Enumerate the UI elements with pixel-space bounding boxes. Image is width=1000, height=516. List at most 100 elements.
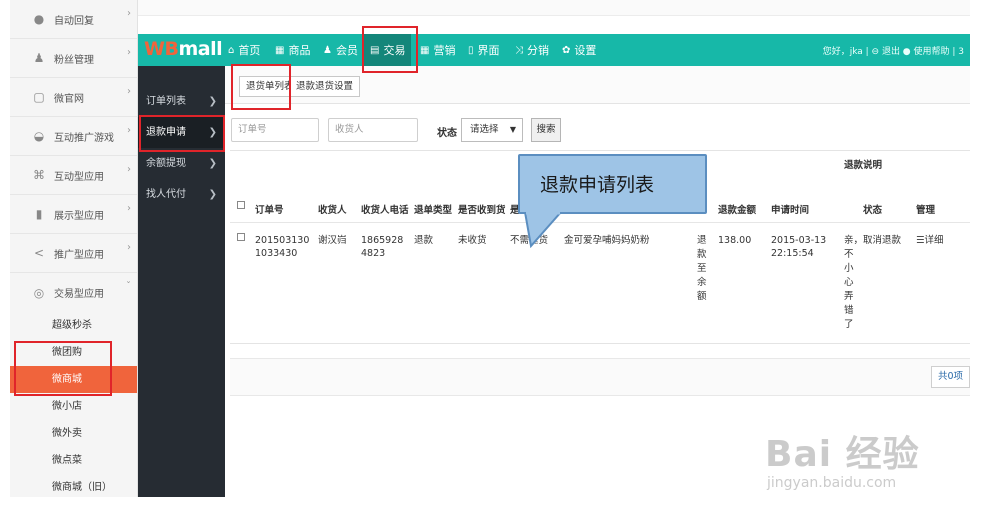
outer-item-display[interactable]: ▮ 展示型应用 › (10, 195, 137, 234)
header-user-links[interactable]: 您好，jka | ⊖ 退出 ● 使用帮助 | 3 (823, 44, 964, 57)
sub-item-flash-sale[interactable]: 超级秒杀 (10, 312, 137, 339)
cell-apply-time: 2015-03-13 22:15:54 (771, 235, 827, 259)
header-bar: WBmall ⌂ 首页 ▦ 商品 ♟ 会员 ▤ 交易 ▦ 营销 ▯ 界面 ⤨ 分销 ✿ 设置 您… (138, 34, 970, 66)
trade-item-orders[interactable]: 订单列表 ❯ (138, 86, 225, 117)
trade-item-withdraw[interactable]: 余额提现 ❯ (138, 148, 225, 179)
status-select-value: 请选择 (470, 124, 499, 135)
callout-tail (523, 212, 563, 248)
detail-link[interactable]: ☰详细 (916, 234, 944, 247)
cell-status: 取消退款 (863, 235, 902, 246)
callout-box: 退款申请列表 (518, 154, 707, 214)
callout-text: 退款申请列表 (540, 174, 655, 196)
outer-item-trade[interactable]: ◎ 交易型应用 ˇ (10, 273, 137, 312)
tab-refund-settings[interactable]: 退款退货设置 (289, 76, 361, 97)
chevron-right-icon: ❯ (208, 158, 217, 169)
command-icon: ⌘ (33, 168, 45, 182)
col-order-no: 订单号 (255, 205, 284, 216)
list-icon: ▤ (370, 44, 380, 56)
trade-item-proxy-pay[interactable]: 找人代付 ❯ (138, 179, 225, 210)
nav-members[interactable]: ♟ 会员 (323, 34, 358, 66)
gamepad-icon: ◒ (33, 129, 45, 143)
search-button[interactable]: 搜索 (531, 118, 561, 142)
sub-item-order-dish[interactable]: 微点菜 (10, 447, 137, 474)
mobile-icon: ▯ (468, 44, 474, 56)
cell-product: 金可爱孕哺妈妈奶粉 (564, 235, 650, 246)
cell-type: 退款 (414, 235, 434, 246)
chevron-right-icon: ❯ (208, 96, 217, 107)
cell-receiver: 谢汉岿 (318, 235, 347, 246)
col-amount: 退款金额 (718, 205, 757, 216)
coin-icon: ◎ (33, 285, 45, 300)
sub-item-takeout[interactable]: 微外卖 (10, 420, 137, 447)
baidu-watermark: Bai 经验 jingyan.baidu.com (765, 425, 920, 491)
trade-item-label: 订单列表 (146, 96, 186, 107)
watermark-url: jingyan.baidu.com (767, 475, 897, 491)
nav-label: 交易 (383, 44, 406, 57)
cell-order-no: 2015031301033430 (255, 235, 310, 259)
users-icon: ♟ (33, 51, 45, 65)
grid-icon: ▦ (420, 44, 430, 56)
detail-label: 详细 (924, 235, 944, 246)
sub-item-old-mall[interactable]: 微商城（旧） (10, 474, 137, 501)
outer-sidebar: ● 自动回复 › ♟ 粉丝管理 › ▢ 微官网 › ◒ 互动推广游戏 › ⌘ 互… (10, 0, 138, 497)
subtab-bar: 退货单列表 退款退货设置 (225, 66, 970, 104)
outer-item-fans[interactable]: ♟ 粉丝管理 › (10, 39, 137, 78)
chevron-right-icon: ❯ (208, 189, 217, 200)
sub-item-wechat-mall[interactable]: 微商城 (10, 366, 137, 393)
nav-label: 首页 (238, 44, 261, 57)
nav-home[interactable]: ⌂ 首页 (228, 34, 260, 66)
order-no-input[interactable]: 订单号 (231, 118, 319, 142)
nav-marketing[interactable]: ▦ 营销 (420, 34, 455, 66)
nav-label: 商品 (288, 44, 311, 57)
user-icon: ♟ (323, 44, 332, 56)
nav-label: 营销 (433, 44, 456, 57)
outer-item-label: 微官网 (54, 93, 84, 105)
cell-amount: 138.00 (718, 235, 752, 246)
status-select[interactable]: 请选择 ▼ (461, 118, 523, 142)
nav-interface[interactable]: ▯ 界面 (468, 34, 500, 66)
chevron-right-icon: › (127, 47, 131, 58)
chevron-right-icon: › (127, 86, 131, 97)
col-receiver: 收货人 (318, 205, 347, 216)
status-label: 状态 (437, 128, 457, 139)
outer-item-label: 互动推广游戏 (54, 132, 114, 144)
outer-item-games[interactable]: ◒ 互动推广游戏 › (10, 117, 137, 156)
select-all-checkbox[interactable] (237, 201, 245, 209)
nav-distribution[interactable]: ⤨ 分销 (515, 34, 549, 66)
chevron-right-icon: › (127, 203, 131, 214)
outer-item-label: 粉丝管理 (54, 54, 94, 66)
sub-item-mini-shop[interactable]: 微小店 (10, 393, 137, 420)
cell-reason: 退款至余额 (697, 235, 707, 302)
grid-icon: ▦ (275, 44, 285, 56)
trade-sidebar: 订单列表 ❯ 退款申请 ❯ 余额提现 ❯ 找人代付 ❯ (138, 66, 225, 497)
cell-note: 亲，不小心弄错了 (844, 235, 864, 330)
outer-item-website[interactable]: ▢ 微官网 › (10, 78, 137, 117)
logo[interactable]: WBmall (144, 38, 223, 60)
nav-trade[interactable]: ▤ 交易 (364, 34, 412, 66)
nav-products[interactable]: ▦ 商品 (275, 34, 310, 66)
outer-item-auto-reply[interactable]: ● 自动回复 › (10, 0, 137, 39)
book-icon: ▮ (35, 207, 43, 221)
nav-settings[interactable]: ✿ 设置 (562, 34, 596, 66)
chevron-right-icon: › (127, 8, 131, 19)
row-checkbox[interactable] (237, 233, 245, 241)
trade-item-refunds[interactable]: 退款申请 ❯ (138, 117, 225, 148)
outer-item-promotion[interactable]: < 推广型应用 › (10, 234, 137, 273)
table-footer: 共0项 (230, 358, 970, 396)
nav-label: 会员 (335, 44, 358, 57)
logo-suffix: mall (178, 38, 223, 60)
pager-total[interactable]: 共0项 (930, 366, 970, 388)
logo-prefix: WB (144, 38, 179, 60)
outer-item-label: 互动型应用 (54, 171, 104, 183)
top-strip (138, 0, 970, 16)
row-divider (230, 222, 970, 223)
col-action: 管理 (916, 205, 936, 216)
chevron-down-icon: ˇ (126, 281, 131, 292)
sub-item-group-buy[interactable]: 微团购 (10, 339, 137, 366)
col-status: 状态 (863, 205, 883, 216)
outer-item-interactive[interactable]: ⌘ 互动型应用 › (10, 156, 137, 195)
chevron-right-icon: › (127, 125, 131, 136)
receiver-input[interactable]: 收货人 (328, 118, 418, 142)
col-type: 退单类型 (414, 205, 453, 216)
outer-item-label: 自动回复 (54, 15, 94, 27)
